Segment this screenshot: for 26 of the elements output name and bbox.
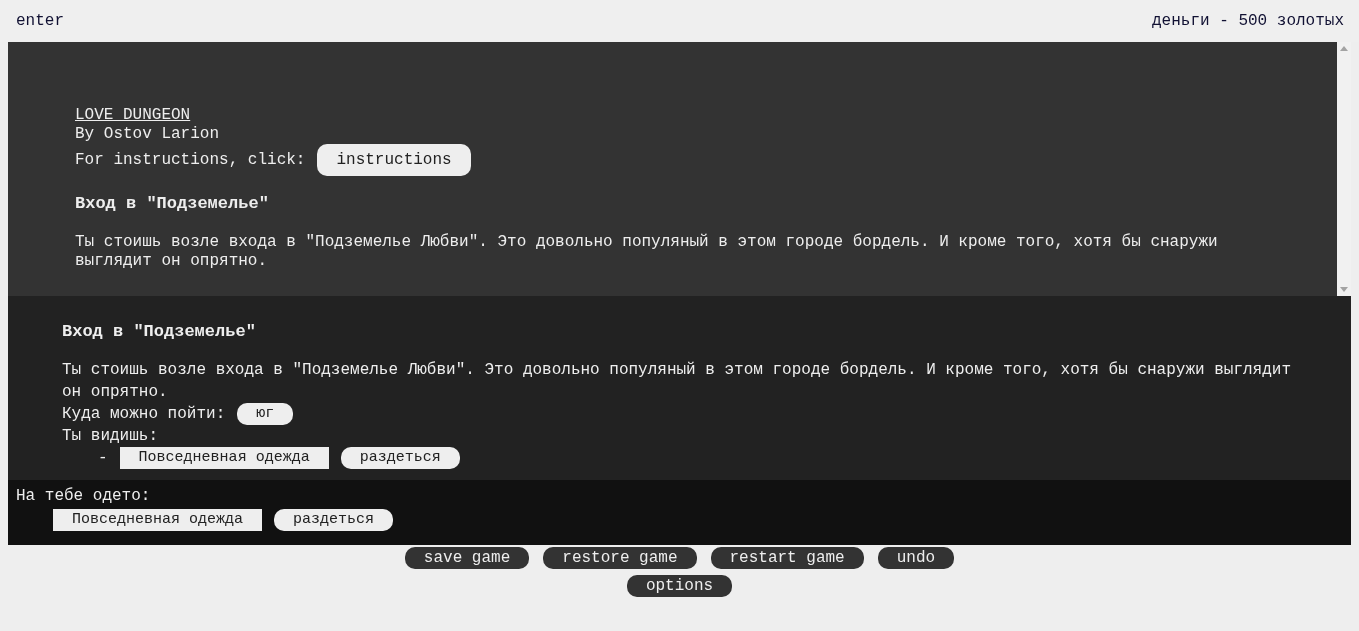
room-heading: Вход в "Подземелье" <box>75 194 270 213</box>
object-button[interactable]: Повседневная одежда <box>119 447 329 469</box>
scroll-up-icon[interactable] <box>1340 46 1348 51</box>
bullet-dash: - <box>98 448 108 469</box>
item-button[interactable]: Повседневная одежда <box>53 509 263 531</box>
instructions-label: For instructions, click: <box>75 150 306 171</box>
room-description: Ты стоишь возле входа в "Подземелье Любви". Это довольно популяный в этом городе бордель. И кроме того, хотя бы снаружи выглядит он опрятно. <box>75 233 1219 271</box>
action-button[interactable]: раздеться <box>274 509 394 531</box>
menu-button[interactable]: undo <box>877 547 955 569</box>
menu-button[interactable]: restart game <box>710 547 864 569</box>
room-heading: Вход в "Подземелье" <box>62 322 257 341</box>
scroll-down-icon[interactable] <box>1340 287 1348 292</box>
inventory-label: На тебе одето: <box>16 487 152 505</box>
game-title-link[interactable]: LOVE DUNGEON <box>75 106 191 124</box>
menu-button[interactable]: save game <box>404 547 530 569</box>
exit-button[interactable]: юг <box>237 403 294 425</box>
menu-button[interactable]: options <box>626 575 733 597</box>
author-text: By Ostov Larion <box>75 124 221 144</box>
instructions-button[interactable]: instructions <box>317 144 471 176</box>
exits-label: Куда можно пойти: <box>62 404 226 425</box>
menu-button[interactable]: restore game <box>543 547 697 569</box>
money-status: деньги - 500 золотых <box>1151 12 1344 30</box>
action-button[interactable]: раздеться <box>340 447 460 469</box>
room-description: Ты стоишь возле входа в "Подземелье Любви". Это довольно популяный в этом городе бордель. И кроме того, хотя бы снаружи выглядит он опрятно. <box>62 360 1292 403</box>
location-name: enter <box>16 12 64 30</box>
objects-label: Ты видишь: <box>62 426 159 447</box>
